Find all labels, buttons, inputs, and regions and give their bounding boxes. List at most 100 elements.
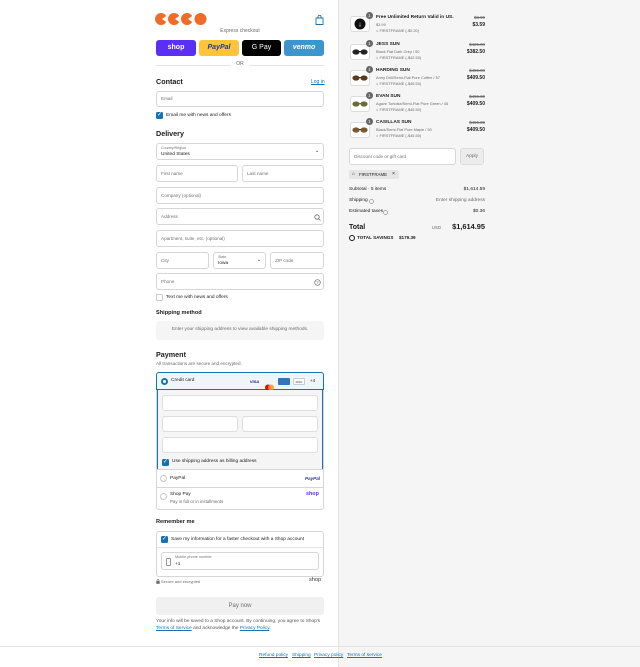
expiration-input[interactable] xyxy=(162,416,238,432)
shop-logo: shop xyxy=(309,577,322,583)
item-title: JESS SUN xyxy=(376,42,400,47)
help-icon[interactable] xyxy=(369,199,374,204)
footer-terms-link[interactable]: Terms of service xyxy=(347,653,382,659)
city-placeholder: City xyxy=(161,258,169,263)
zip-input[interactable]: ZIP code xyxy=(270,252,324,269)
quantity-badge: 1 xyxy=(366,40,373,47)
last-name-input[interactable]: Last name xyxy=(242,165,324,182)
item-price: $409.50 xyxy=(466,75,485,81)
item-discount: ⌂ FIRSTFRAME (-$0.20) xyxy=(376,29,419,33)
credit-card-radio[interactable] xyxy=(161,378,168,385)
text-news-label: Text me with news and offers xyxy=(166,294,228,300)
delivery-heading: Delivery xyxy=(156,129,184,138)
country-select[interactable]: Country/Region United States ⌄ xyxy=(156,143,324,160)
shop-pay-option[interactable]: Shop Pay Pay in full or in installments … xyxy=(156,488,324,510)
save-info-checkbox[interactable]: ✓ xyxy=(161,536,168,543)
remember-me-divider xyxy=(157,547,323,548)
email-placeholder: Email xyxy=(161,96,173,101)
footer-refund-policy-link[interactable]: Refund policy xyxy=(259,653,288,659)
paypal-option[interactable]: PayPal PayPal xyxy=(156,470,324,488)
item-price: $3.59 xyxy=(472,22,485,28)
or-divider-label: OR xyxy=(236,61,244,67)
apartment-input[interactable]: Apartment, suite, etc. (optional) xyxy=(156,230,324,247)
venmo-express-button[interactable]: venmo xyxy=(284,40,324,56)
discount-tag: ⌂ FIRSTFRAME × xyxy=(349,170,399,179)
help-icon[interactable] xyxy=(383,210,388,215)
google-pay-express-button[interactable]: G Pay xyxy=(242,40,281,56)
company-input[interactable]: Company (optional) xyxy=(156,187,324,204)
chevron-down-icon: ⌄ xyxy=(257,257,262,263)
discount-code-input[interactable]: Discount code or gift card xyxy=(349,148,456,165)
billing-address-checkbox[interactable]: ✓ xyxy=(162,459,169,466)
country-label: Country/Region xyxy=(161,146,186,150)
state-value: Iowa xyxy=(218,261,229,266)
quantity-badge: 1 xyxy=(366,12,373,19)
mobile-phone-value: +1 xyxy=(175,561,181,567)
email-input[interactable]: Email xyxy=(156,91,324,107)
text-news-checkbox[interactable] xyxy=(156,294,163,301)
phone-placeholder: Phone xyxy=(161,279,175,284)
save-info-label: Save my information for a faster checkou… xyxy=(171,536,305,542)
privacy-policy-link[interactable]: Privacy Policy xyxy=(240,626,270,631)
city-input[interactable]: City xyxy=(156,252,209,269)
legal-end: . xyxy=(269,625,271,631)
apartment-placeholder: Apartment, suite, etc. (optional) xyxy=(161,236,225,241)
first-name-input[interactable]: First name xyxy=(156,165,238,182)
visa-icon: VISA xyxy=(249,379,260,384)
express-checkout-label: Express checkout xyxy=(220,28,260,34)
item-variant: Agave Tortoise/Semi-Flat Pure Green / 45 xyxy=(376,101,449,106)
remove-discount-icon[interactable]: × xyxy=(392,171,395,177)
total-savings-label: TOTAL SAVINGS xyxy=(357,235,394,240)
credit-card-option[interactable]: Credit card VISA DISC +4 xyxy=(156,372,324,391)
address-placeholder: Address xyxy=(161,214,178,219)
item-title: EVAN SUN xyxy=(376,94,401,99)
name-on-card-input[interactable] xyxy=(162,437,318,453)
help-icon[interactable]: ? xyxy=(314,279,321,286)
item-title: HARDING SUN xyxy=(376,68,410,73)
address-input[interactable]: Address xyxy=(156,208,324,225)
phone-input[interactable]: Phone ? xyxy=(156,273,324,290)
credit-card-label: Credit card xyxy=(171,378,195,383)
email-news-checkbox[interactable]: ✓ xyxy=(156,112,163,119)
item-original-price: $455.00 xyxy=(469,68,485,73)
paypal-express-button[interactable]: PayPal xyxy=(199,40,239,56)
subtotal-label: Subtotal · 5 items xyxy=(349,187,387,192)
security-code-input[interactable] xyxy=(242,416,318,432)
footer-shipping-link[interactable]: Shipping xyxy=(292,653,311,659)
country-value: United States xyxy=(161,152,190,157)
login-link[interactable]: Log in xyxy=(311,80,325,85)
cart-icon[interactable] xyxy=(315,12,324,25)
item-price: $409.50 xyxy=(466,127,485,133)
terms-of-service-link[interactable]: Terms of Service xyxy=(156,626,192,631)
mastercard-icon xyxy=(264,378,275,391)
item-variant: $3.99 xyxy=(376,22,386,27)
item-discount-text: FIRSTFRAME (-$45.50) xyxy=(379,133,422,138)
item-price: $409.50 xyxy=(466,101,485,107)
phone-icon xyxy=(166,558,171,566)
item-discount: ⌂ FIRSTFRAME (-$45.50) xyxy=(376,108,421,112)
item-discount: ⌂ FIRSTFRAME (-$45.50) xyxy=(376,134,421,138)
or-divider-right xyxy=(249,65,324,66)
card-number-input[interactable] xyxy=(162,395,318,411)
chevron-down-icon: ⌄ xyxy=(315,148,320,154)
legal-line1: Your info will be saved to a Shop accoun… xyxy=(156,619,321,624)
shipping-method-note: Enter your shipping address to view avai… xyxy=(171,327,309,332)
shipping-label: Shipping xyxy=(349,198,368,203)
pay-now-button[interactable]: Pay now xyxy=(156,597,324,615)
state-select[interactable]: State Iowa ⌄ xyxy=(213,252,266,269)
zip-placeholder: ZIP code xyxy=(275,258,294,263)
mobile-phone-input[interactable]: Mobile phone number +1 xyxy=(161,552,319,570)
shop-pay-radio[interactable] xyxy=(160,493,167,500)
apply-discount-button[interactable]: Apply xyxy=(460,148,484,165)
shop-pay-express-button[interactable]: shop xyxy=(156,40,196,56)
mobile-phone-label: Mobile phone number xyxy=(175,555,212,559)
state-label: State xyxy=(218,255,227,259)
item-original-price: $455.00 xyxy=(469,120,485,125)
discover-icon: DISC xyxy=(293,377,305,385)
total-label: Total xyxy=(349,224,366,231)
paypal-logo: PayPal xyxy=(305,476,321,481)
footer-privacy-policy-link[interactable]: Privacy policy xyxy=(314,653,343,659)
store-logo[interactable] xyxy=(155,12,207,25)
paypal-radio[interactable] xyxy=(160,475,167,482)
item-discount-text: FIRSTFRAME (-$45.50) xyxy=(379,81,422,86)
